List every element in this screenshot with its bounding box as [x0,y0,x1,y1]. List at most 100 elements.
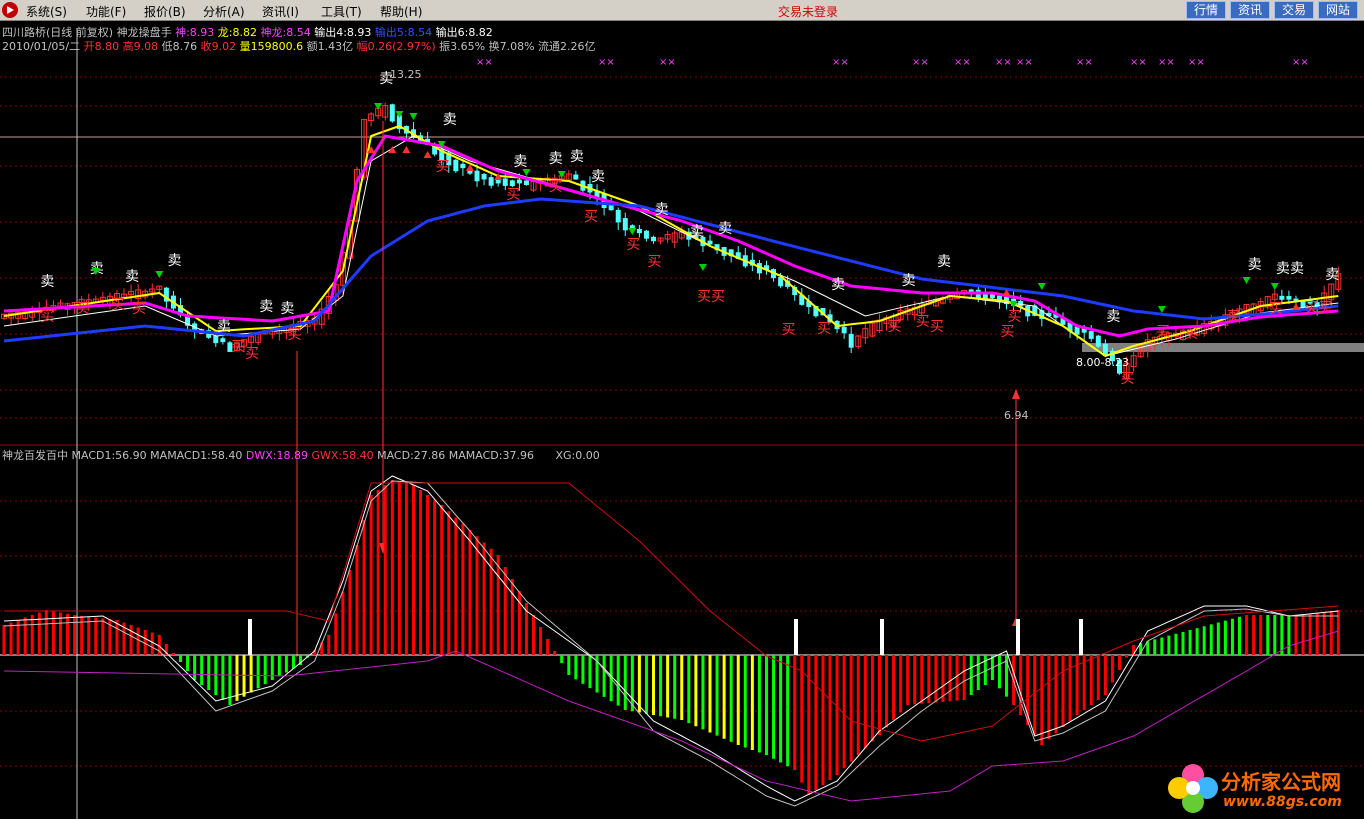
sell-signal: 卖 [1248,257,1262,273]
candle-body [1088,331,1094,339]
macd-histogram-bar [1061,655,1065,727]
macd-histogram-bar [200,655,204,685]
down-arrow-icon [628,228,637,235]
sell-signal: 卖 [217,319,231,335]
website-button[interactable]: 网站 [1318,1,1358,19]
menu-help[interactable]: 帮助(H) [380,3,422,20]
macd-histogram-bar [1336,610,1340,655]
menu-tools[interactable]: 工具(T) [321,3,362,20]
buy-signal: 买 [1184,326,1198,342]
up-arrow-icon [402,146,411,153]
macd-histogram-bar [66,613,70,655]
quote-line: 2010/01/05/二 开8.80 高9.08 低8.76 收9.02 量15… [2,40,596,53]
macd-histogram-bar [1110,655,1114,683]
candle-body [502,178,508,186]
buy-signal: 买 [1008,309,1022,325]
macd-histogram-bar [447,511,451,655]
macd-histogram-bar [1294,615,1298,655]
macd-histogram-bar [722,655,726,739]
macd-histogram-bar [814,655,818,790]
macd-histogram-bar [235,655,239,701]
candle-body [1279,295,1285,300]
sell-signal: 卖 [591,169,605,185]
menu-info[interactable]: 资讯(I) [262,3,299,20]
macd-histogram-bar [1068,655,1072,721]
sell-signal: 卖 [655,202,669,218]
macd-histogram-bar [863,655,867,749]
macd-histogram-bar [186,655,190,671]
macd-histogram-bar [115,620,119,655]
macd-histogram-bar [849,655,853,762]
macd-histogram-bar [51,611,55,655]
trade-button[interactable]: 交易 [1274,1,1314,19]
macd-histogram-bar [772,655,776,759]
macd-histogram-bar [1075,655,1079,715]
macd-histogram-bar [23,617,27,655]
candle-body [389,104,395,122]
macd-histogram-bar [1089,655,1093,705]
news-button[interactable]: 资讯 [1230,1,1270,19]
quote-float: 流通2.26亿 [538,40,596,53]
macd-histogram-bar [1308,614,1312,655]
value-mamacd: MAMACD:37.96 [448,449,534,462]
macd-histogram-bar [553,651,557,655]
macd-histogram-bar [687,655,691,724]
macd-histogram-bar [489,548,493,655]
high-price-label: 13.25 [390,68,422,81]
candle-body [488,177,494,186]
buy-signal: 买 [888,319,902,335]
macd-histogram-bar [1082,655,1086,710]
kline-chart[interactable]: 卖卖卖卖卖卖卖卖卖卖卖卖卖卖卖卖卖卖卖卖卖卖卖卖买买买买买买买买买买买买买买买买… [0,21,1364,819]
down-arrow-icon [1157,306,1166,313]
quote-volume: 量159800.6 [239,40,304,53]
macd-histogram-bar [906,655,910,705]
xg-signal-bar [794,619,798,655]
buy-signal: 买 [584,209,598,225]
buy-signal: 买 [1001,324,1015,340]
macd-histogram-bar [419,490,423,655]
pink-x-marker: ×× [659,57,676,68]
value-shenlong: 神龙:8.54 [260,26,311,39]
pink-x-marker: ×× [954,57,971,68]
menu-analysis[interactable]: 分析(A) [203,3,245,20]
macd-histogram-bar [1047,655,1051,739]
quotes-button[interactable]: 行情 [1186,1,1226,19]
buy-signal: 买 [231,339,245,355]
sell-signal: 卖 [443,112,457,128]
macd-histogram-bar [256,655,260,689]
buy-signal: 买 [132,301,146,317]
menu-system[interactable]: 系统(S) [26,3,67,20]
macd-histogram-bar [870,655,874,742]
down-arrow-icon [698,264,707,271]
macd-histogram-bar [623,655,627,710]
macd-histogram-bar [644,655,648,714]
indicator-header: 四川路桥(日线 前复权) 神龙操盘手 神:8.93 龙:8.82 神龙:8.54… [2,26,493,39]
macd-histogram-bar [948,655,952,702]
sell-signal: 卖 [549,151,563,167]
macd-histogram-bar [1238,616,1241,655]
low-price-label: 6.94 [1004,409,1029,422]
macd-histogram-bar [1287,615,1291,655]
quote-date: 2010/01/05/二 [2,40,81,53]
candle-body [841,326,847,334]
macd-histogram-bar [1174,633,1178,655]
macd-histogram-bar [673,655,677,719]
macd-histogram-bar [666,655,670,718]
macd-histogram-bar [892,655,896,720]
macd-histogram-bar [581,655,585,684]
macd-histogram-bar [454,517,458,655]
login-status[interactable]: 交易未登录 [778,3,838,20]
value-shen: 神:8.93 [175,26,215,39]
macd-histogram-bar [701,655,705,730]
menu-function[interactable]: 功能(F) [86,3,126,20]
macd-histogram-bar [510,579,514,655]
up-arrow-icon [423,151,432,158]
macd-histogram-bar [786,655,790,767]
macd-histogram-bar [567,655,571,675]
menu-quote[interactable]: 报价(B) [144,3,186,20]
macd-histogram-bar [284,655,288,673]
macd-histogram-bar [383,485,387,655]
pink-x-marker: ×× [1016,57,1033,68]
macd-histogram-bar [404,483,408,655]
macd-histogram-bar [659,655,663,717]
